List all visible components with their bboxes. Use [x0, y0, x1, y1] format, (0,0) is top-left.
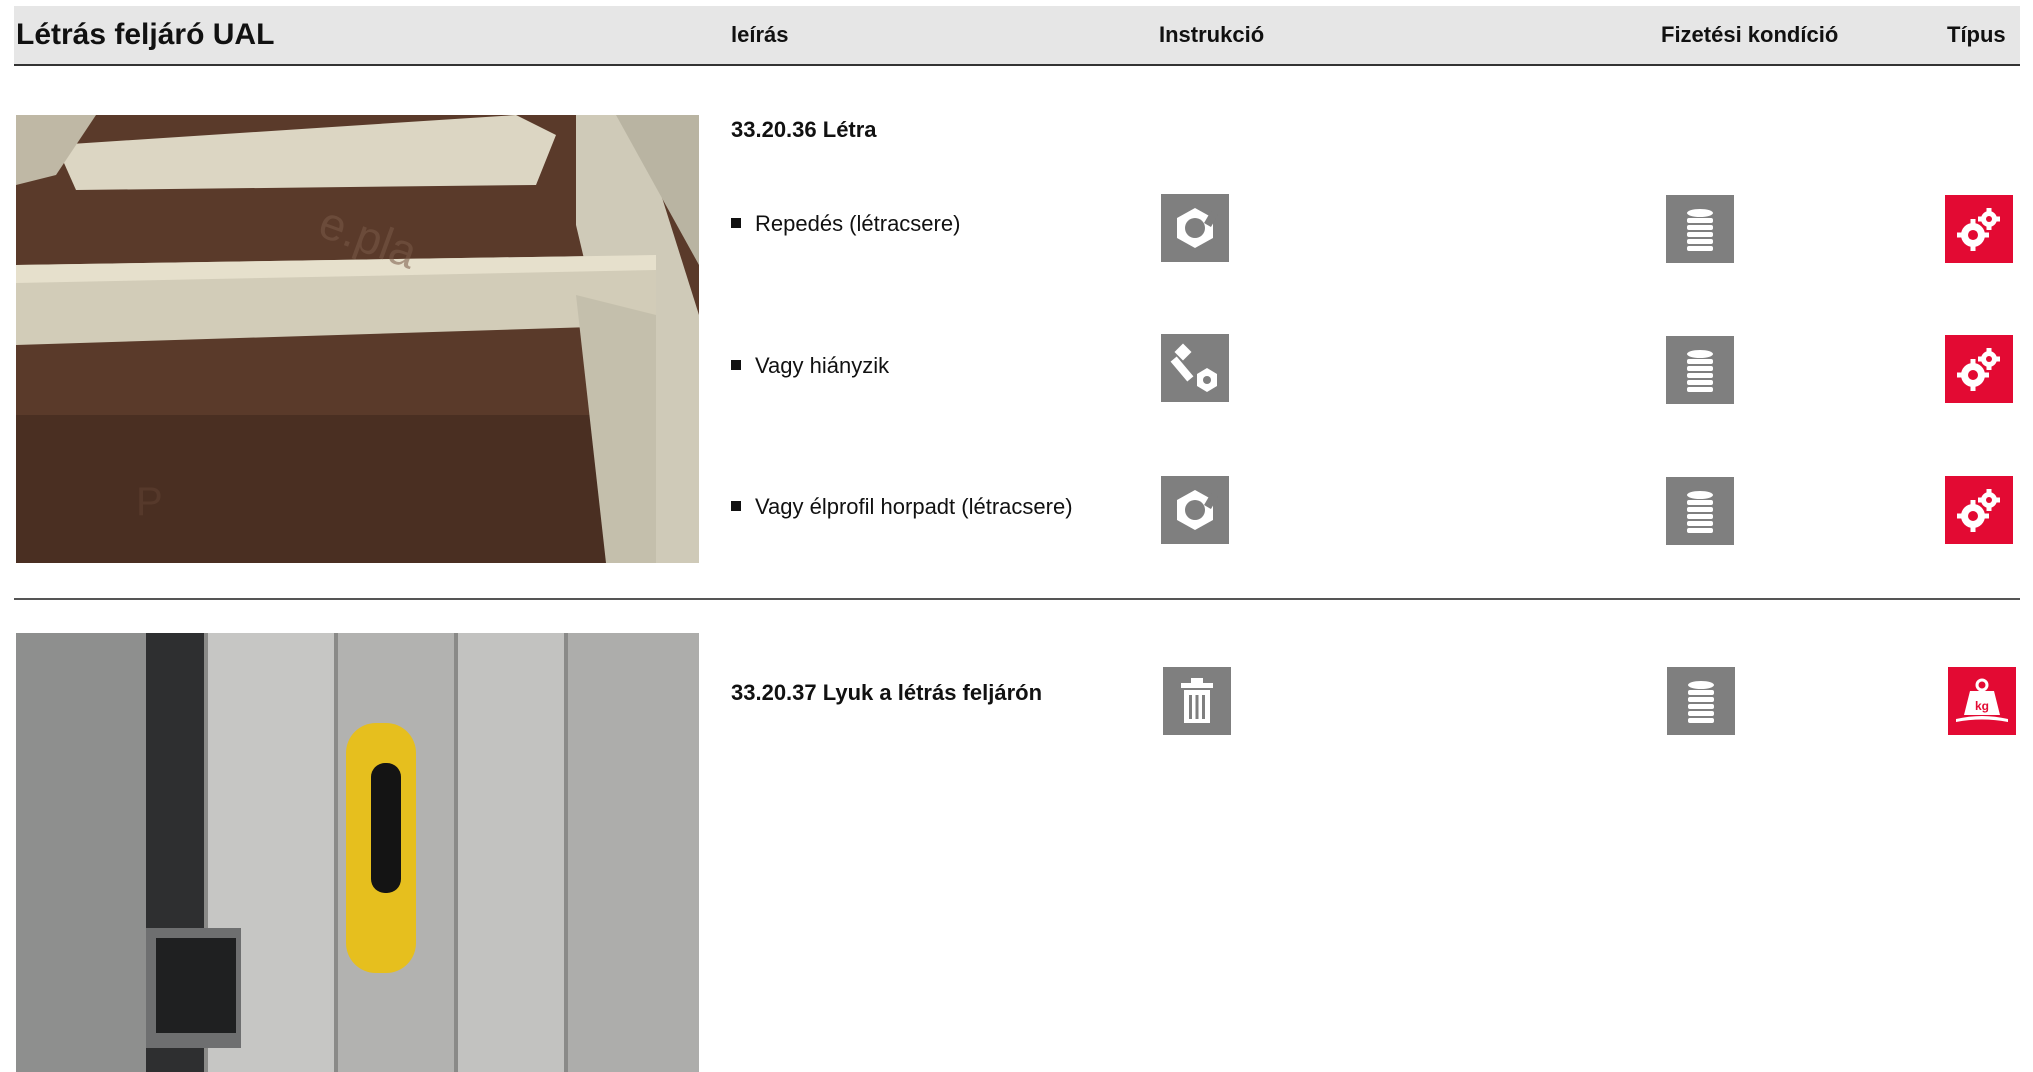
- column-header-description: leírás: [731, 22, 789, 47]
- list-item: Vagy élprofil horpadt (létracsere): [731, 494, 1073, 520]
- svg-text:P: P: [136, 480, 163, 524]
- weight-kg-label: kg: [1975, 699, 1989, 713]
- coin-stack-icon: [1666, 477, 1734, 545]
- coin-stack-icon: [1666, 195, 1734, 263]
- section-divider: [14, 598, 2020, 600]
- nut-icon: [1161, 476, 1229, 544]
- page-title: Létrás feljáró UAL: [16, 18, 275, 51]
- list-item: Repedés (létracsere): [731, 211, 960, 237]
- coin-stack-icon: [1666, 336, 1734, 404]
- list-item-label: Vagy hiányzik: [755, 353, 890, 378]
- gears-icon: [1945, 476, 2013, 544]
- bullet-icon: [731, 218, 741, 228]
- column-header-type: Típus: [1947, 22, 2006, 47]
- coin-stack-icon: [1667, 667, 1735, 735]
- column-header-payment: Fizetési kondíció: [1661, 22, 1839, 47]
- section-code: 33.20.37 Lyuk a létrás feljárón: [731, 680, 1043, 705]
- list-item-label: Repedés (létracsere): [755, 211, 961, 236]
- weight-kg-icon: kg: [1948, 667, 2016, 735]
- gears-icon: [1945, 335, 2013, 403]
- trash-icon: [1163, 667, 1231, 735]
- section-code: 33.20.36 Létra: [731, 117, 877, 142]
- list-item: Vagy hiányzik: [731, 353, 889, 379]
- column-header-instruction: Instrukció: [1159, 22, 1265, 47]
- bullet-icon: [731, 360, 741, 370]
- ladder-photo: e.pla P: [16, 115, 699, 563]
- hatch-photo: [16, 633, 699, 1072]
- table-header: Létrás feljáró UAL leírás Instrukció Fiz…: [14, 6, 2020, 66]
- nut-icon: [1161, 194, 1229, 262]
- bolt-nut-icon: [1161, 334, 1229, 402]
- gears-icon: [1945, 195, 2013, 263]
- list-item-label: Vagy élprofil horpadt (létracsere): [755, 494, 1073, 519]
- bullet-icon: [731, 501, 741, 511]
